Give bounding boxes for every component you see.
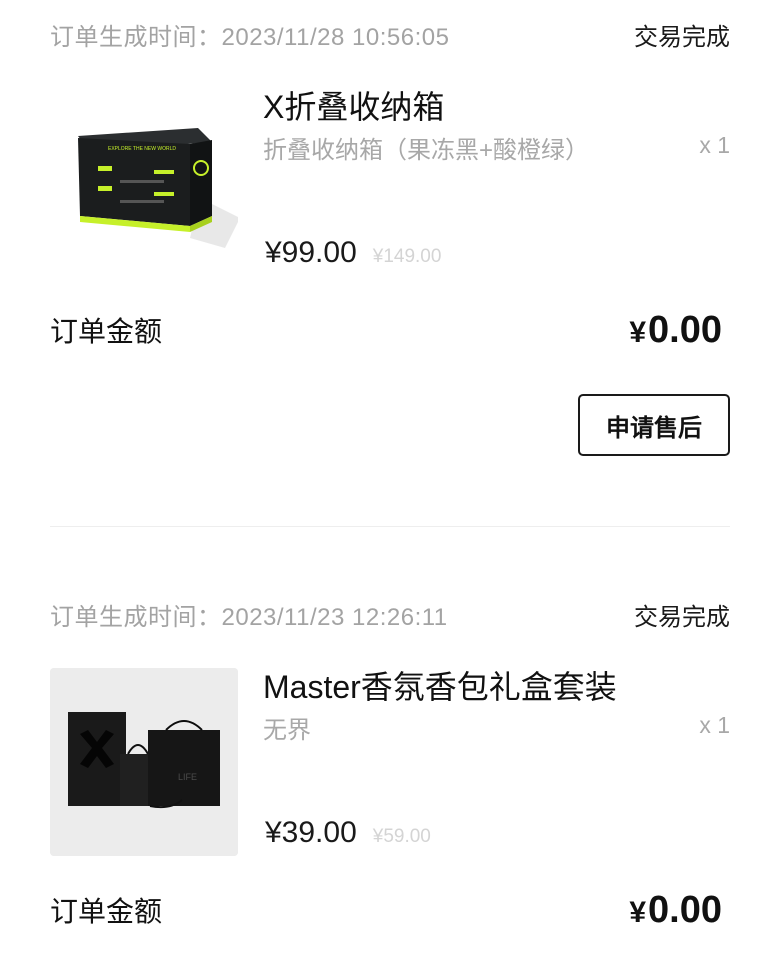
order-total-label: 订单金额 <box>50 896 163 927</box>
product-price: ¥99.00 <box>265 236 357 269</box>
product-name[interactable]: Master香氛香包礼盒套装 <box>263 662 617 708</box>
price-row: ¥39.00 ¥59.00 <box>265 816 431 850</box>
order-total-currency: ¥ <box>629 315 647 349</box>
product-original-price: ¥149.00 <box>372 246 442 267</box>
order-time-label: 订单生成时间： <box>50 23 222 51</box>
bag-print-text: LIFE <box>178 772 197 782</box>
product-quantity: x 1 <box>699 712 730 738</box>
product-original-price: ¥59.00 <box>372 826 431 847</box>
product-name[interactable]: X折叠收纳箱 <box>263 82 444 128</box>
order-total-row: 订单金额 ¥0.00 <box>50 306 722 354</box>
order-header: 订单生成时间：2023/11/23 12:26:11 交易完成 <box>50 597 730 632</box>
order-time: 订单生成时间：2023/11/28 10:56:05 <box>50 17 449 52</box>
box-print-text: EXPLORE THE NEW WORLD <box>108 146 176 152</box>
storage-box-image: EXPLORE THE NEW WORLD <box>50 88 238 276</box>
order-total-amount: ¥0.00 <box>629 889 722 932</box>
price-row: ¥99.00 ¥149.00 <box>265 236 441 270</box>
product-spec: 折叠收纳箱（果冻黑+酸橙绿） <box>263 137 590 164</box>
order-time: 订单生成时间：2023/11/23 12:26:11 <box>50 597 448 632</box>
apply-aftersale-button[interactable]: 申请售后 <box>578 394 730 456</box>
order-divider <box>50 526 730 527</box>
order-total-value: 0.00 <box>648 308 722 351</box>
order-time-value: 2023/11/28 10:56:05 <box>221 23 450 51</box>
order-total-amount: ¥0.00 <box>629 309 722 352</box>
order-total-label: 订单金额 <box>50 316 163 347</box>
product-quantity: x 1 <box>699 132 730 158</box>
product-price: ¥39.00 <box>265 816 357 849</box>
order-total-row: 订单金额 ¥0.00 <box>50 886 722 934</box>
product-image[interactable]: EXPLORE THE NEW WORLD <box>50 88 238 276</box>
order-header: 订单生成时间：2023/11/28 10:56:05 交易完成 <box>50 17 730 52</box>
order-status: 交易完成 <box>634 603 730 631</box>
product-spec: 无界 <box>263 717 311 744</box>
order-time-label: 订单生成时间： <box>50 603 222 631</box>
order-time-value: 2023/11/23 12:26:11 <box>221 603 448 631</box>
order-total-value: 0.00 <box>648 888 722 931</box>
gift-box-image: LIFE <box>50 668 238 856</box>
order-status: 交易完成 <box>634 23 730 51</box>
order-total-currency: ¥ <box>629 895 647 929</box>
product-image[interactable]: LIFE <box>50 668 238 856</box>
